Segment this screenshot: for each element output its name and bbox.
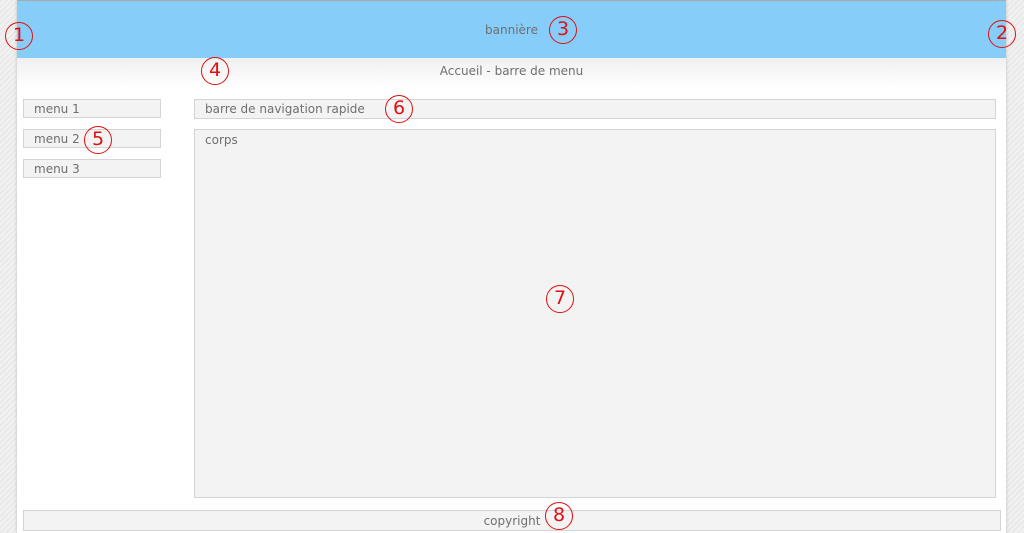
page-container: bannière Accueil - barre de menu menu 1 … (17, 0, 1006, 533)
marker-3: 3 (549, 16, 577, 44)
footer-copyright: copyright (23, 510, 1001, 531)
marker-1: 1 (5, 22, 33, 50)
marker-7: 7 (546, 285, 574, 313)
marker-2: 2 (988, 20, 1016, 48)
marker-8: 8 (545, 502, 573, 530)
banner-label: bannière (485, 23, 538, 37)
banner: bannière (17, 0, 1006, 58)
sidebar-item-menu-1[interactable]: menu 1 (23, 99, 161, 118)
left-margin (0, 0, 17, 533)
marker-5: 5 (84, 126, 112, 154)
sidebar-item-menu-3[interactable]: menu 3 (23, 159, 161, 178)
menu-bar[interactable]: Accueil - barre de menu (17, 58, 1006, 88)
right-margin (1006, 0, 1024, 533)
menu-bar-label[interactable]: Accueil - barre de menu (17, 64, 1006, 78)
content-body: corps (194, 129, 996, 498)
marker-6: 6 (385, 95, 413, 123)
marker-4: 4 (201, 57, 229, 85)
quick-navigation-bar[interactable]: barre de navigation rapide (194, 99, 996, 119)
